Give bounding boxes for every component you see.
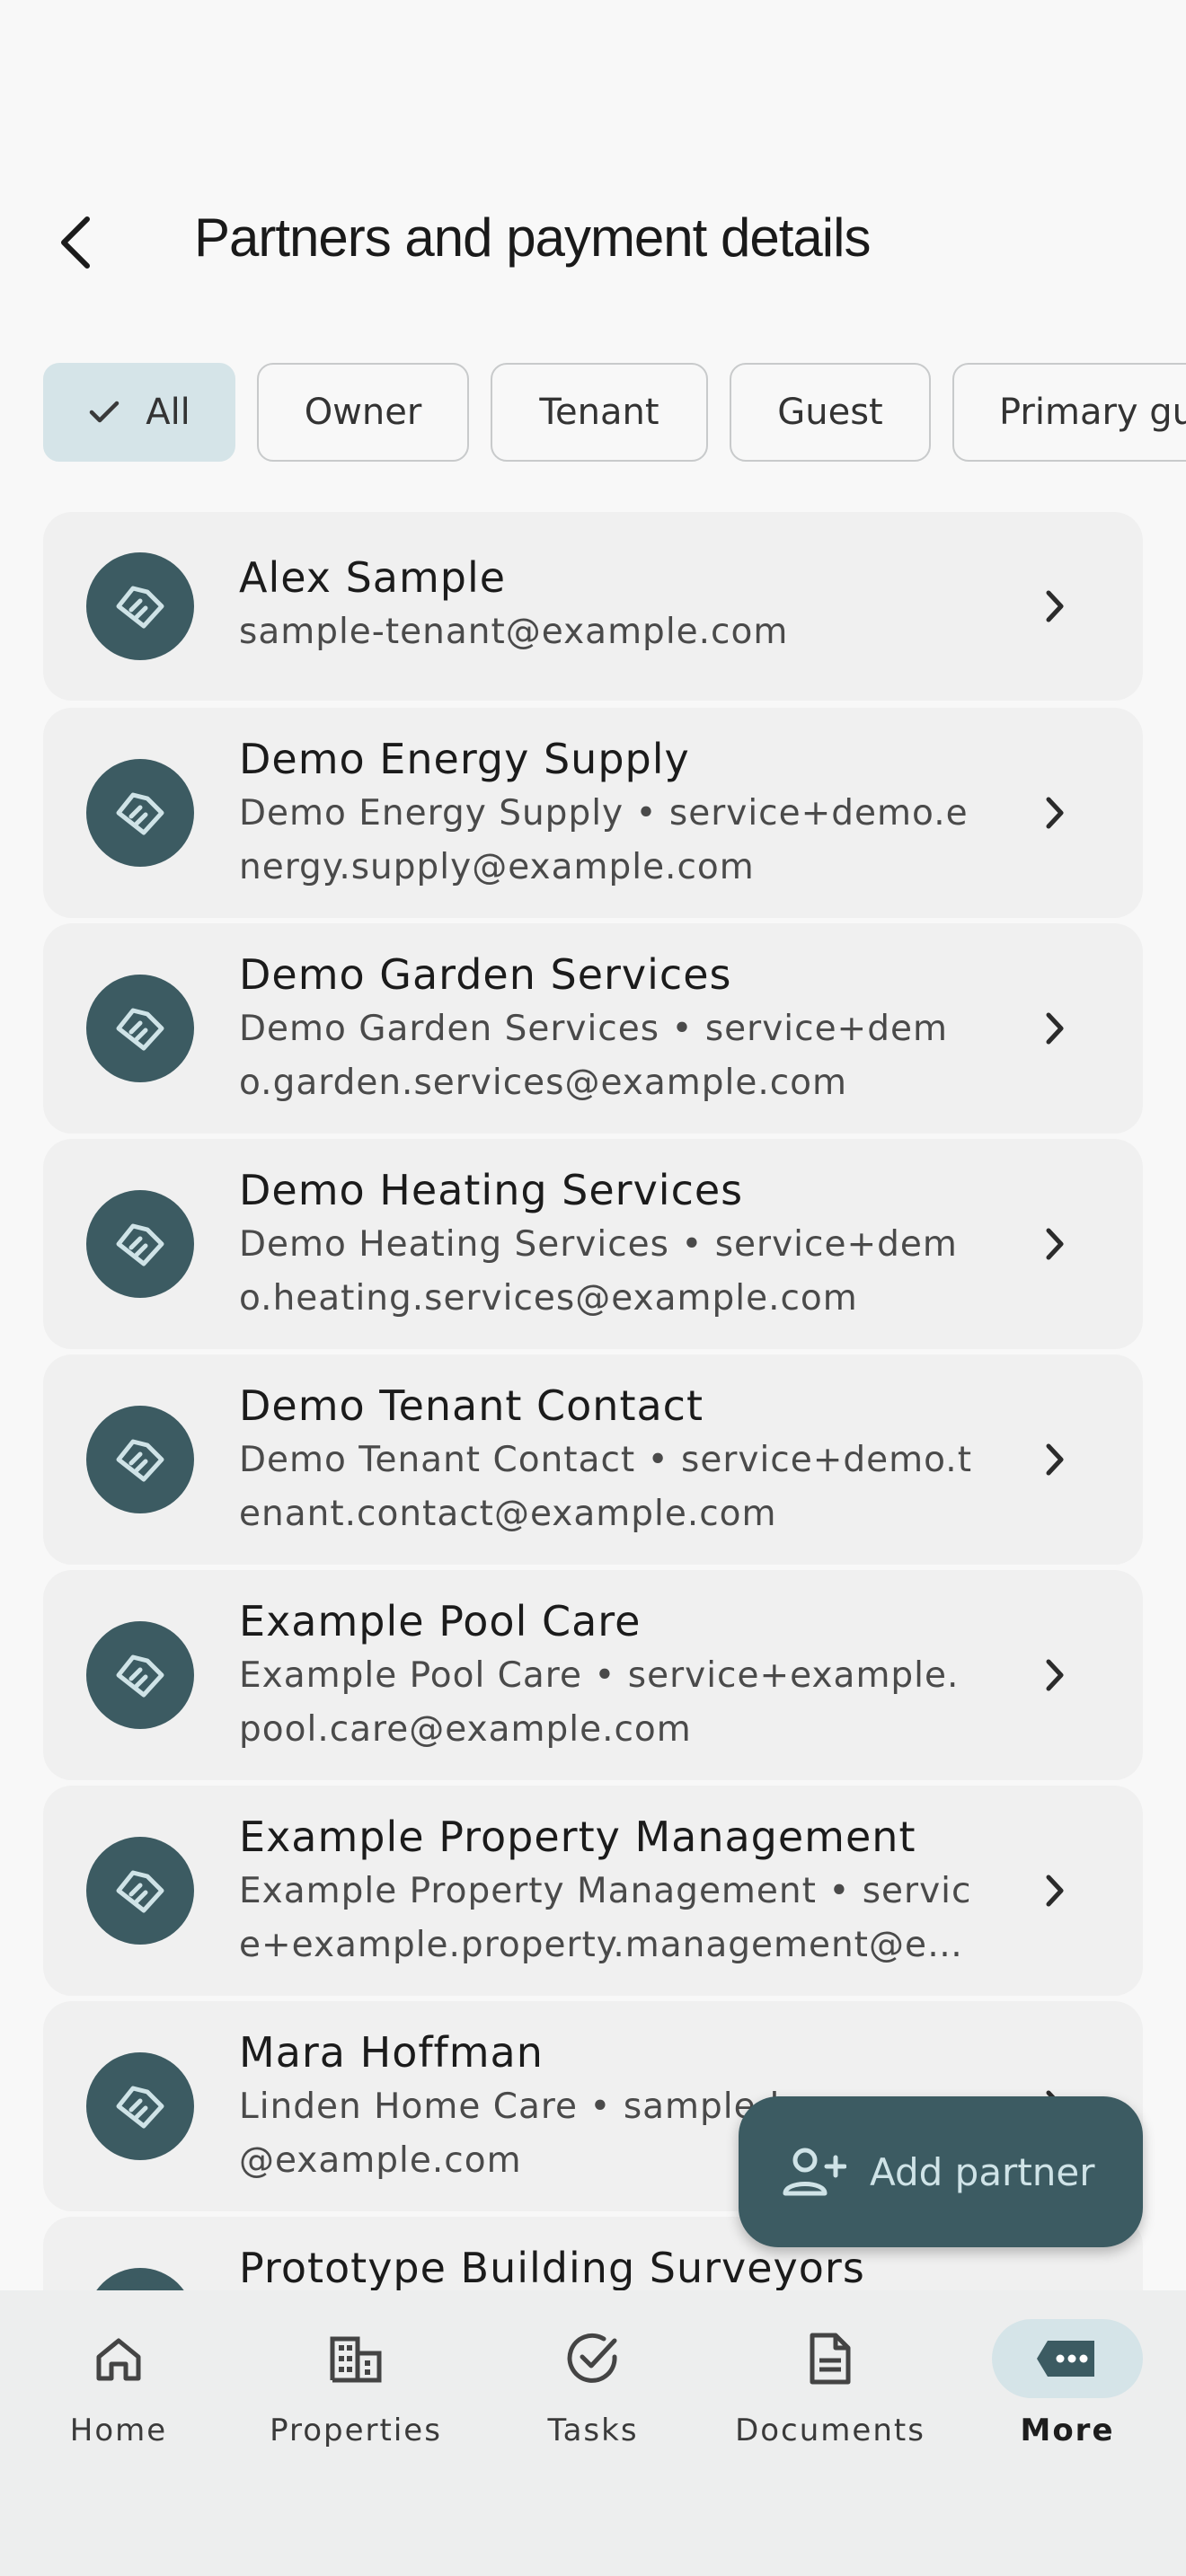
- bottom-navigation: Home Properties Tasks Documents More: [0, 2290, 1186, 2576]
- partner-item[interactable]: Example Pool Care Example Pool Care • se…: [43, 1570, 1143, 1780]
- partner-item[interactable]: Demo Tenant Contact Demo Tenant Contact …: [43, 1354, 1143, 1565]
- avatar: [86, 1837, 194, 1945]
- partner-name: Demo Garden Services: [239, 950, 732, 999]
- partner-detail: sample-tenant@example.com: [239, 612, 789, 652]
- nav-home[interactable]: Home: [11, 2319, 226, 2499]
- person-add-icon: [783, 2148, 846, 2196]
- back-button[interactable]: [40, 199, 111, 286]
- handshake-icon: [116, 792, 164, 835]
- add-partner-button[interactable]: Add partner: [739, 2096, 1143, 2247]
- nav-more[interactable]: More: [960, 2319, 1175, 2499]
- chip-primary-guest[interactable]: Primary gu: [952, 363, 1186, 462]
- nav-label: Properties: [270, 2413, 442, 2448]
- nav-documents[interactable]: Documents: [722, 2319, 938, 2499]
- partner-name: Demo Energy Supply: [239, 735, 690, 783]
- chip-label: Tenant: [539, 392, 659, 433]
- handshake-icon: [116, 1654, 164, 1698]
- partner-text: Alex Sample sample-tenant@example.com: [239, 550, 981, 659]
- handshake-icon: [116, 586, 164, 629]
- avatar: [86, 2052, 194, 2160]
- partner-detail: Example Pool Care • service+example.pool…: [239, 1655, 960, 1750]
- partner-detail: Demo Garden Services • service+demo.gard…: [239, 1009, 948, 1103]
- avatar: [86, 2268, 194, 2290]
- top-app-bar: Partners and payment details: [0, 0, 1186, 341]
- partner-name: Alex Sample: [239, 553, 507, 602]
- chevron-right-icon: [1037, 1864, 1073, 1918]
- partner-item[interactable]: Demo Garden Services Demo Garden Service…: [43, 923, 1143, 1134]
- handshake-icon: [116, 1008, 164, 1051]
- check-circle-icon: [518, 2319, 668, 2398]
- handshake-icon: [116, 1223, 164, 1266]
- partner-name: Mara Hoffman: [239, 2028, 544, 2077]
- partner-item[interactable]: Demo Energy Supply Demo Energy Supply • …: [43, 708, 1143, 918]
- building-icon: [280, 2319, 431, 2398]
- nav-label: Documents: [735, 2413, 925, 2448]
- partner-name: Example Pool Care: [239, 1597, 642, 1645]
- check-icon: [88, 399, 120, 426]
- partner-item[interactable]: Example Property Management Example Prop…: [43, 1786, 1143, 1996]
- nav-label: Home: [69, 2413, 168, 2448]
- partner-detail: Example Property Management • service+ex…: [239, 1871, 972, 1965]
- chip-all[interactable]: All: [43, 363, 235, 462]
- chip-label: All: [146, 392, 190, 433]
- avatar: [86, 975, 194, 1082]
- partner-detail: Demo Energy Supply • service+demo.energy…: [239, 793, 969, 887]
- partner-name: Demo Heating Services: [239, 1166, 744, 1214]
- page-title: Partners and payment details: [194, 207, 871, 268]
- partner-name: Demo Tenant Contact: [239, 1381, 704, 1430]
- partner-text: Demo Tenant Contact Demo Tenant Contact …: [239, 1378, 981, 1541]
- add-partner-label: Add partner: [870, 2149, 1095, 2194]
- avatar: [86, 1190, 194, 1298]
- chip-owner[interactable]: Owner: [257, 363, 469, 462]
- home-icon: [43, 2319, 194, 2398]
- chip-label: Guest: [777, 392, 883, 433]
- partner-name: Prototype Building Surveyors: [239, 2244, 865, 2290]
- chevron-right-icon: [1037, 1001, 1073, 1055]
- arrow-back-icon: [61, 216, 90, 269]
- chevron-right-icon: [1037, 786, 1073, 840]
- nav-label: Tasks: [547, 2413, 639, 2448]
- chip-guest[interactable]: Guest: [730, 363, 931, 462]
- more-icon: [992, 2319, 1143, 2398]
- partner-item[interactable]: Alex Sample sample-tenant@example.com: [43, 512, 1143, 701]
- partner-text: Example Property Management Example Prop…: [239, 1809, 981, 1972]
- handshake-icon: [116, 1439, 164, 1482]
- partner-detail: Demo Heating Services • service+demo.hea…: [239, 1224, 958, 1319]
- chip-label: Owner: [304, 392, 422, 433]
- chevron-right-icon: [1037, 1433, 1073, 1486]
- avatar: [86, 759, 194, 867]
- partner-name: Example Property Management: [239, 1813, 916, 1861]
- chevron-right-icon: [1037, 1648, 1073, 1702]
- nav-label: More: [1020, 2413, 1115, 2448]
- partner-text: Demo Energy Supply Demo Energy Supply • …: [239, 731, 981, 895]
- document-icon: [755, 2319, 906, 2398]
- partner-item[interactable]: Demo Heating Services Demo Heating Servi…: [43, 1139, 1143, 1349]
- nav-tasks[interactable]: Tasks: [485, 2319, 701, 2499]
- chip-label: Primary gu: [999, 392, 1186, 433]
- partner-text: Demo Garden Services Demo Garden Service…: [239, 947, 981, 1110]
- avatar: [86, 1621, 194, 1729]
- partner-text: Example Pool Care Example Pool Care • se…: [239, 1593, 981, 1757]
- partner-text: Prototype Building Surveyors: [239, 2240, 981, 2290]
- chip-tenant[interactable]: Tenant: [491, 363, 708, 462]
- avatar: [86, 552, 194, 660]
- partner-text: Demo Heating Services Demo Heating Servi…: [239, 1162, 981, 1326]
- handshake-icon: [116, 2086, 164, 2129]
- partner-detail: Demo Tenant Contact • service+demo.tenan…: [239, 1440, 972, 1534]
- handshake-icon: [116, 1870, 164, 1913]
- chevron-right-icon: [1037, 579, 1073, 633]
- avatar: [86, 1406, 194, 1513]
- partner-list: Alex Sample sample-tenant@example.com De…: [43, 512, 1143, 2290]
- chevron-right-icon: [1037, 1217, 1073, 1271]
- nav-properties[interactable]: Properties: [248, 2319, 464, 2499]
- filter-chips: All Owner Tenant Guest Primary gu: [0, 361, 1186, 469]
